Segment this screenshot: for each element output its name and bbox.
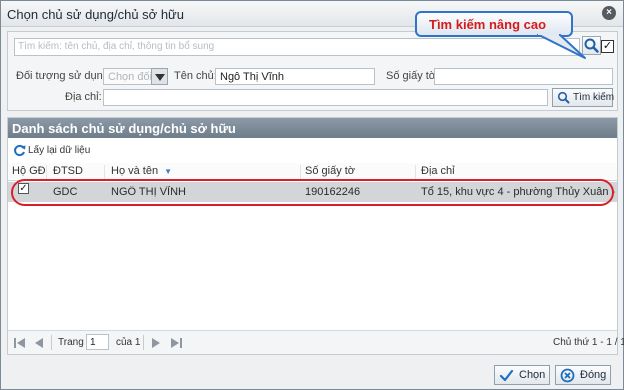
close-button-label: Đóng [580, 369, 607, 381]
row-highlight-outline [11, 179, 614, 206]
column-divider [46, 165, 47, 179]
address-label: Địa chỉ: [65, 91, 102, 103]
previous-page-icon[interactable] [33, 337, 45, 349]
pager: Trang 1 của 1 Chủ thứ 1 - 1 / 1 [8, 330, 624, 354]
reload-label: Lấy lại dữ liệu [28, 145, 91, 156]
column-full-name[interactable]: Họ và tên ▼ [111, 165, 172, 177]
page-label: Trang [58, 337, 84, 348]
close-icon[interactable]: × [602, 6, 616, 20]
document-number-field[interactable] [434, 68, 613, 85]
page-count-label: của 1 [116, 337, 141, 348]
column-household[interactable]: Hộ GĐ [12, 165, 46, 177]
column-divider [415, 165, 416, 179]
record-range-text: Chủ thứ 1 - 1 / 1 [553, 337, 624, 348]
pager-divider [51, 335, 52, 350]
callout-label: Tìm kiếm nâng cao [429, 17, 547, 32]
next-page-icon[interactable] [150, 337, 162, 349]
callout-pointer [537, 34, 586, 59]
choose-button[interactable]: Chọn [494, 365, 550, 385]
column-divider [104, 165, 105, 179]
search-panel: Tìm kiếm: tên chủ, địa chỉ, thông tin bổ… [7, 31, 618, 111]
page-number-input[interactable]: 1 [86, 334, 109, 350]
chevron-down-icon[interactable] [151, 68, 168, 85]
choose-button-label: Chọn [519, 369, 546, 381]
free-text-search-input[interactable]: Tìm kiếm: tên chủ, địa chỉ, thông tin bổ… [14, 38, 580, 56]
dialog-title: Chọn chủ sử dụng/chủ sở hữu [7, 7, 184, 22]
sort-descending-icon: ▼ [164, 167, 173, 176]
subject-type-label: Đối tượng sử dụng: [16, 70, 112, 82]
column-document-number[interactable]: Số giấy tờ [305, 165, 355, 177]
find-button[interactable]: Tìm kiếm [552, 88, 615, 107]
checkmark-icon [499, 369, 514, 382]
refresh-icon [14, 144, 26, 157]
first-page-icon[interactable] [13, 337, 27, 349]
subject-type-select[interactable]: Chọn đối [103, 68, 152, 85]
find-button-label: Tìm kiếm [573, 92, 615, 103]
owner-list-panel: Danh sách chủ sử dụng/chủ sở hữu Lấy lại… [7, 117, 624, 355]
list-header: Danh sách chủ sử dụng/chủ sở hữu [8, 118, 617, 138]
column-divider [300, 165, 301, 179]
last-page-icon[interactable] [169, 337, 183, 349]
document-number-label: Số giấy tờ: [386, 70, 440, 82]
list-title: Danh sách chủ sử dụng/chủ sở hữu [12, 121, 236, 136]
close-button[interactable]: Đóng [555, 365, 611, 385]
column-subject-code[interactable]: ĐTSD [53, 165, 83, 177]
column-address[interactable]: Địa chỉ [421, 165, 455, 177]
advanced-search-checkbox[interactable]: ✓ [601, 40, 614, 53]
close-circle-icon [560, 368, 575, 383]
address-field[interactable] [103, 89, 548, 106]
column-full-name-label: Họ và tên [111, 165, 159, 177]
pager-divider [143, 335, 144, 350]
owner-name-label: Tên chủ: [174, 70, 217, 82]
select-owner-dialog: Chọn chủ sử dụng/chủ sở hữu × Tìm kiếm: … [0, 0, 624, 390]
search-icon [557, 91, 570, 104]
owner-name-field[interactable]: Ngô Thị Vĩnh [215, 68, 375, 85]
